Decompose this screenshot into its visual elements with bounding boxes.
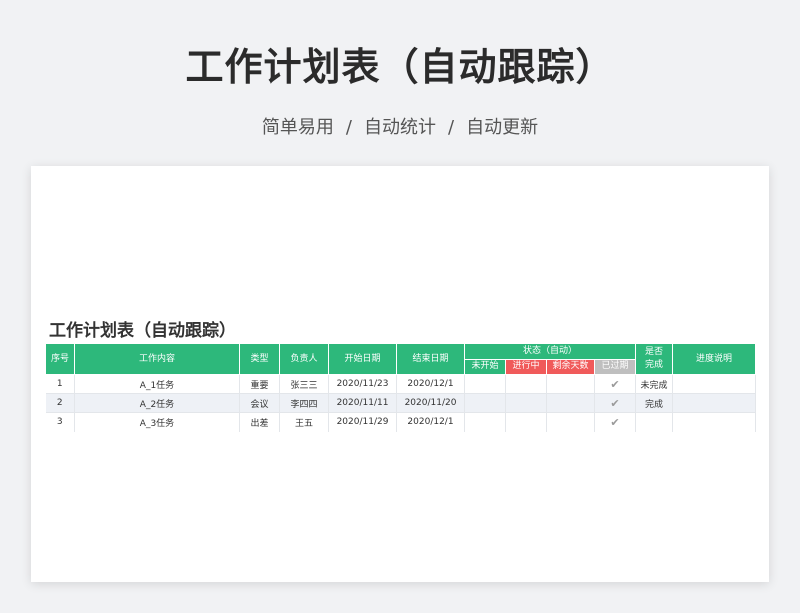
- page-subtitle: 简单易用 / 自动统计 / 自动更新: [0, 113, 800, 139]
- cell-task[interactable]: A_1任务: [74, 374, 240, 394]
- cell-done[interactable]: [635, 412, 674, 432]
- cell-not-started[interactable]: [464, 374, 506, 394]
- cell-owner[interactable]: 张三三: [279, 374, 329, 394]
- cell-overdue[interactable]: ✔: [594, 412, 637, 432]
- work-plan-table: 序号 工作内容 类型 负责人 开始日期 结束日期 状态（自动） 是否 完成 进度…: [45, 343, 757, 432]
- cell-done[interactable]: 完成: [635, 393, 674, 413]
- header-owner: 负责人: [279, 343, 329, 375]
- cell-progress-note[interactable]: [672, 393, 757, 413]
- cell-end-date[interactable]: 2020/12/1: [396, 412, 465, 432]
- cell-task[interactable]: A_2任务: [74, 393, 240, 413]
- header-type: 类型: [239, 343, 280, 375]
- cell-overdue[interactable]: ✔: [594, 374, 637, 394]
- check-icon: ✔: [610, 415, 620, 429]
- header-done: 是否 完成: [635, 343, 674, 375]
- table-row: 1 A_1任务 重要 张三三 2020/11/23 2020/12/1 ✔ 未完…: [45, 374, 757, 394]
- cell-progress-note[interactable]: [672, 412, 757, 432]
- cell-index[interactable]: 1: [45, 374, 75, 394]
- header-end-date: 结束日期: [396, 343, 465, 375]
- table-row: 2 A_2任务 会议 李四四 2020/11/11 2020/11/20 ✔ 完…: [45, 393, 757, 413]
- cell-end-date[interactable]: 2020/11/20: [396, 393, 465, 413]
- page-title: 工作计划表（自动跟踪）: [185, 45, 615, 89]
- cell-owner[interactable]: 王五: [279, 412, 329, 432]
- cell-start-date[interactable]: 2020/11/11: [328, 393, 397, 413]
- cell-start-date[interactable]: 2020/11/29: [328, 412, 397, 432]
- subtitle-separator: /: [345, 117, 352, 138]
- table-row: 3 A_3任务 出差 王五 2020/11/29 2020/12/1 ✔: [45, 412, 757, 432]
- header-status-in-progress: 进行中: [505, 358, 547, 375]
- header-progress-note: 进度说明: [672, 343, 757, 375]
- header-status-overdue: 已过期: [593, 358, 637, 375]
- cell-not-started[interactable]: [464, 393, 506, 413]
- cell-end-date[interactable]: 2020/12/1: [396, 374, 465, 394]
- header-index: 序号: [45, 343, 75, 375]
- cell-type[interactable]: 重要: [239, 374, 280, 394]
- header-done-line1: 是否: [645, 347, 664, 357]
- subtitle-separator: /: [448, 117, 455, 138]
- cell-progress-note[interactable]: [672, 374, 757, 394]
- header-task: 工作内容: [74, 343, 240, 375]
- header-status-group: 状态（自动）: [463, 343, 637, 360]
- cell-not-started[interactable]: [464, 412, 506, 432]
- cell-done[interactable]: 未完成: [635, 374, 674, 394]
- cell-start-date[interactable]: 2020/11/23: [328, 374, 397, 394]
- cell-in-progress[interactable]: [505, 412, 547, 432]
- subtitle-auto-stats: 自动统计: [364, 117, 436, 138]
- cell-in-progress[interactable]: [505, 374, 547, 394]
- spreadsheet-preview: 工作计划表（自动跟踪） 序号 工作内容 类型 负责人 开始日期 结束日期 状态（…: [31, 166, 769, 582]
- header-status-not-started: 未开始: [464, 358, 506, 375]
- cell-index[interactable]: 2: [45, 393, 75, 413]
- cell-overdue[interactable]: ✔: [594, 393, 637, 413]
- cell-type[interactable]: 会议: [239, 393, 280, 413]
- cell-remaining-days[interactable]: [546, 412, 595, 432]
- cell-in-progress[interactable]: [505, 393, 547, 413]
- header-status-remaining-days: 剩余天数: [546, 358, 595, 375]
- subtitle-auto-update: 自动更新: [466, 117, 539, 138]
- cell-type[interactable]: 出差: [239, 412, 280, 432]
- cell-task[interactable]: A_3任务: [74, 412, 240, 432]
- cell-index[interactable]: 3: [45, 412, 75, 432]
- cell-remaining-days[interactable]: [546, 374, 595, 394]
- check-icon: ✔: [610, 396, 620, 410]
- sheet-title: 工作计划表（自动跟踪）: [49, 321, 236, 341]
- header-start-date: 开始日期: [328, 343, 397, 375]
- header-done-line2: 完成: [645, 360, 664, 370]
- subtitle-easy: 简单易用: [261, 117, 334, 138]
- cell-remaining-days[interactable]: [546, 393, 595, 413]
- check-icon: ✔: [610, 377, 620, 391]
- cell-owner[interactable]: 李四四: [279, 393, 329, 413]
